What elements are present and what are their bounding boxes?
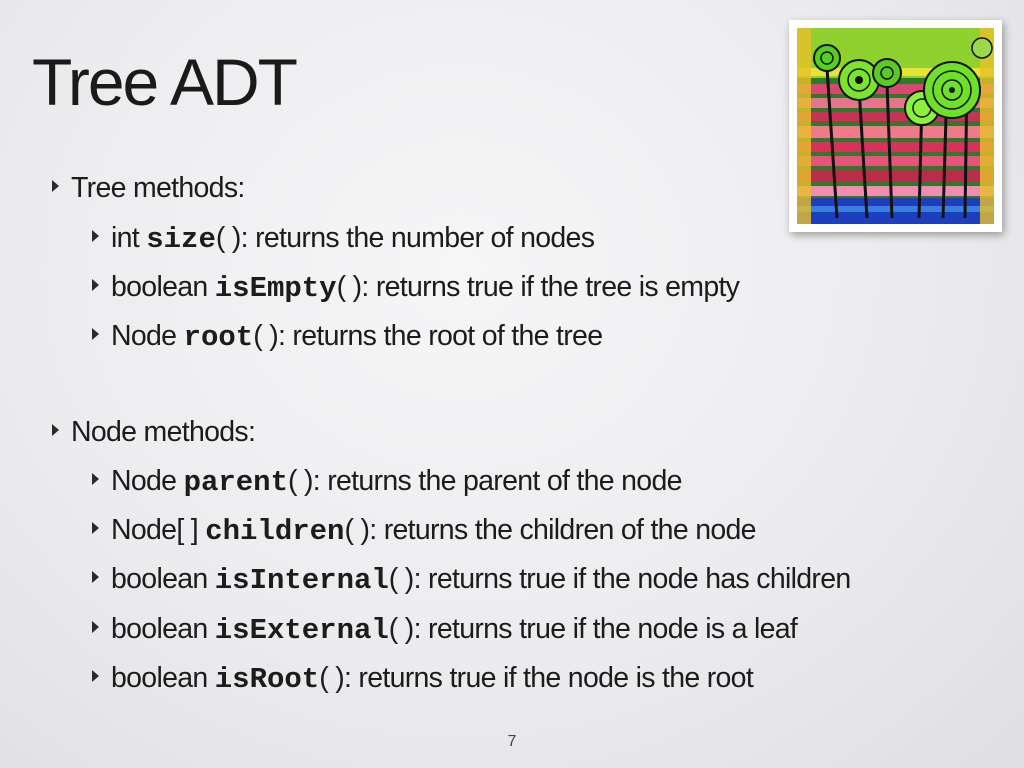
method-parens: ( ) [388, 613, 415, 645]
method-parens: ( ) [344, 514, 370, 546]
bullet-icon [92, 279, 99, 291]
method-name: isEmpty [214, 272, 337, 305]
bullet-icon [92, 328, 99, 340]
section-heading-text: Tree methods: [71, 172, 245, 204]
method-description: : returns the children of the node [369, 514, 756, 546]
method-item-isroot: boolean isRoot( ): returns true if the n… [92, 662, 754, 696]
method-description: : returns true if the node is the root [344, 662, 754, 694]
bullet-icon [52, 424, 59, 436]
return-type: Node[ ] [111, 514, 199, 546]
return-type: boolean [111, 662, 208, 694]
method-name: root [183, 321, 254, 354]
return-type: Node [111, 465, 177, 497]
method-description: : returns true if the tree is empty [361, 271, 740, 303]
method-item-isinternal: boolean isInternal( ): returns true if t… [92, 563, 851, 597]
return-type: boolean [111, 563, 208, 595]
method-parens: ( ) [336, 271, 363, 303]
bullet-icon [92, 230, 99, 242]
section-heading-text: Node methods: [71, 416, 256, 448]
method-name: children [205, 515, 345, 548]
bullet-icon [92, 473, 99, 485]
method-parens: ( ) [215, 222, 242, 254]
method-parens: ( ) [388, 563, 415, 595]
method-name: isExternal [214, 614, 389, 647]
method-name: isInternal [214, 564, 389, 597]
method-item-children: Node[ ] children( ): returns the childre… [92, 514, 757, 548]
bullet-icon [92, 670, 99, 682]
method-name: parent [183, 466, 288, 499]
method-description: : returns the root of the tree [278, 320, 603, 352]
slide-title: Tree ADT [32, 45, 298, 119]
method-item-isexternal: boolean isExternal( ): returns true if t… [92, 613, 798, 647]
section-heading-tree-methods: Tree methods: [52, 172, 245, 205]
return-type: int [111, 222, 140, 254]
bullet-icon [52, 180, 59, 192]
method-item-isempty: boolean isEmpty( ): returns true if the … [92, 271, 740, 305]
return-type: boolean [111, 613, 208, 645]
method-name: isRoot [214, 663, 320, 696]
return-type: boolean [111, 271, 208, 303]
bullet-icon [92, 522, 99, 534]
painting-trees-image [789, 20, 1002, 232]
method-description: : returns the parent of the node [312, 465, 683, 497]
method-parens: ( ) [319, 662, 345, 694]
method-item-root: Node root( ): returns the root of the tr… [92, 320, 603, 354]
method-description: : returns true if the node has children [413, 563, 852, 595]
method-description: : returns the number of nodes [240, 222, 595, 254]
slide: Tree ADT Tree methods: int size (): re… [0, 0, 1024, 768]
method-description: : returns true if the node is a leaf [413, 613, 798, 645]
return-type: Node [111, 320, 177, 352]
method-name: size [146, 223, 216, 256]
section-heading-node-methods: Node methods: [52, 416, 256, 449]
painting-art [797, 28, 994, 224]
bullet-icon [92, 571, 99, 583]
method-parens: ( ) [253, 320, 279, 352]
method-item-parent: Node parent( ): returns the parent of th… [92, 465, 682, 499]
bullet-icon [92, 621, 99, 633]
method-parens: ( ) [287, 465, 314, 497]
method-item-size: int size( ): returns the number of nodes [92, 222, 595, 256]
page-number: 7 [507, 733, 517, 750]
